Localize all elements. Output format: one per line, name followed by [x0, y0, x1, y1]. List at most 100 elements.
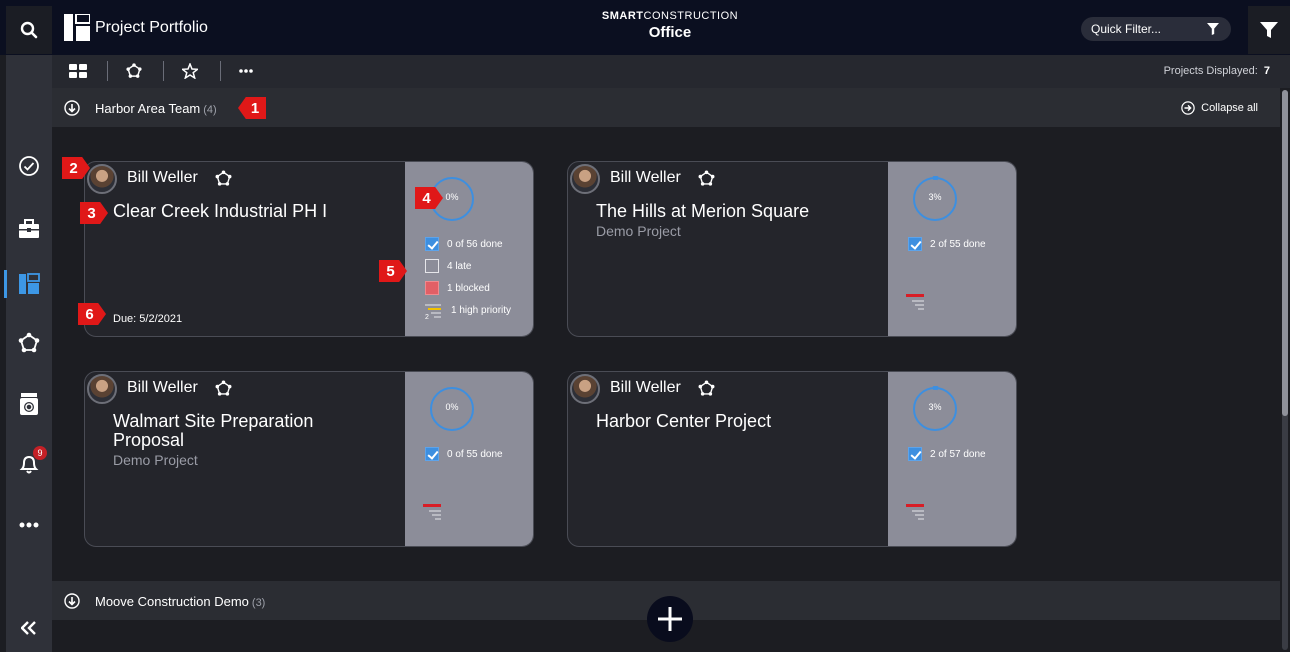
- project-card[interactable]: Bill Weller The Hills at Merion Square De…: [567, 161, 1017, 337]
- done-count: 2 of 55 done: [908, 237, 986, 251]
- project-title[interactable]: Clear Creek Industrial PH I: [113, 202, 363, 221]
- owner-name: Bill Weller: [610, 169, 681, 186]
- done-count: 0 of 55 done: [425, 447, 503, 461]
- sidebar-item-projects[interactable]: [6, 209, 52, 249]
- group-name: Harbor Area Team (4): [95, 101, 217, 116]
- add-project-button[interactable]: [647, 596, 693, 642]
- app-title: Project Portfolio: [95, 19, 208, 36]
- owner-name: Bill Weller: [610, 379, 681, 396]
- check-circle-icon: [19, 156, 39, 176]
- avatar: [570, 164, 600, 194]
- collapse-group-icon[interactable]: [64, 593, 80, 609]
- quick-filter[interactable]: [1081, 17, 1231, 41]
- avatar: [570, 374, 600, 404]
- quick-filter-input[interactable]: [1091, 22, 1196, 36]
- projects-displayed: Projects Displayed: 7: [1163, 65, 1270, 77]
- project-card[interactable]: Bill Weller Harbor Center Project 3% 2 o…: [567, 371, 1017, 547]
- group-name: Moove Construction Demo (3): [95, 594, 266, 609]
- search-icon: [20, 21, 38, 39]
- project-stats: 3% 2 of 57 done: [888, 372, 1016, 546]
- checkbox-done-icon: [425, 237, 439, 251]
- progress-value: 3%: [928, 402, 942, 412]
- project-card[interactable]: Bill Weller Walmart Site Preparation Pro…: [84, 371, 534, 547]
- priority-icon: [906, 504, 924, 520]
- sidebar-item-notifications[interactable]: 9: [6, 444, 52, 484]
- blocked-icon: [425, 281, 439, 295]
- network-icon: [126, 63, 142, 78]
- owner-name: Bill Weller: [127, 169, 198, 186]
- sidebar: 9: [4, 55, 52, 652]
- network-icon: [18, 332, 40, 353]
- briefcase-icon: [19, 219, 39, 238]
- sidebar-item-timesheet[interactable]: [6, 384, 52, 424]
- more-options-button[interactable]: [232, 59, 260, 83]
- sidebar-item-tasks[interactable]: [6, 146, 52, 186]
- sidebar-item-more[interactable]: [6, 505, 52, 545]
- star-icon: [182, 63, 198, 79]
- top-bar: Project Portfolio SMARTCONSTRUCTION Offi…: [0, 0, 1290, 55]
- plus-icon: [658, 607, 682, 631]
- scrollbar[interactable]: [1282, 90, 1288, 650]
- project-subtitle: Demo Project: [596, 223, 681, 239]
- done-count: 2 of 57 done: [908, 447, 986, 461]
- project-subtitle: Demo Project: [113, 452, 198, 468]
- project-title[interactable]: Walmart Site Preparation Proposal Demo Pr…: [113, 412, 363, 470]
- brand-logo: SMARTCONSTRUCTION Office: [601, 10, 739, 41]
- search-button[interactable]: [6, 6, 52, 54]
- priority-icon: 2: [425, 303, 443, 321]
- checkbox-done-icon: [425, 447, 439, 461]
- project-cards-area: Bill Weller Clear Creek Industrial PH I …: [52, 127, 1280, 580]
- filter-icon: [1260, 22, 1278, 38]
- network-view-button[interactable]: [120, 59, 148, 83]
- project-stats: 3% 2 of 55 done: [888, 162, 1016, 336]
- avatar: [87, 164, 117, 194]
- favorites-button[interactable]: [176, 59, 204, 83]
- collapse-group-icon[interactable]: [64, 100, 80, 116]
- priority-count: 2 1 high priority: [425, 303, 512, 321]
- timesheet-icon: [20, 393, 38, 415]
- late-count: 4 late: [425, 259, 471, 273]
- checkbox-done-icon: [908, 237, 922, 251]
- grid-view-button[interactable]: [64, 59, 92, 83]
- toolbar: Projects Displayed: 7: [52, 55, 1290, 88]
- network-icon: [698, 170, 715, 186]
- project-card[interactable]: Bill Weller Clear Creek Industrial PH I …: [84, 161, 534, 337]
- progress-value: 3%: [928, 192, 942, 202]
- priority-icon: [906, 294, 924, 310]
- portfolio-icon: [64, 14, 90, 41]
- sidebar-collapse-button[interactable]: [6, 608, 52, 648]
- more-icon: [19, 522, 39, 528]
- toolbar-divider: [220, 61, 221, 81]
- project-title[interactable]: The Hills at Merion Square Demo Project: [596, 202, 846, 241]
- checkbox-done-icon: [908, 447, 922, 461]
- portfolio-icon: [19, 273, 40, 294]
- scrollbar-thumb[interactable]: [1282, 90, 1288, 416]
- done-count: 0 of 56 done: [425, 237, 503, 251]
- sidebar-item-network[interactable]: [6, 323, 52, 363]
- toolbar-divider: [163, 61, 164, 81]
- collapse-all-icon: [1181, 101, 1195, 115]
- checkbox-late-icon: [425, 259, 439, 273]
- project-stats: 0% 0 of 55 done: [405, 372, 533, 546]
- notification-badge: 9: [33, 446, 47, 460]
- toolbar-divider: [107, 61, 108, 81]
- avatar: [87, 374, 117, 404]
- progress-value: 0%: [445, 402, 459, 412]
- svg-text:2: 2: [425, 314, 429, 319]
- filter-button[interactable]: [1248, 6, 1290, 54]
- grid-icon: [69, 64, 87, 78]
- double-chevron-left-icon: [21, 621, 36, 635]
- owner-name: Bill Weller: [127, 379, 198, 396]
- network-icon: [215, 380, 232, 396]
- more-icon: [239, 69, 253, 73]
- priority-icon: [423, 504, 441, 520]
- due-date: Due: 5/2/2021: [113, 313, 183, 325]
- network-icon: [215, 170, 232, 186]
- network-icon: [698, 380, 715, 396]
- group-header[interactable]: Harbor Area Team (4) Collapse all: [52, 88, 1280, 127]
- sidebar-item-portfolio[interactable]: [4, 264, 52, 304]
- collapse-all-button[interactable]: Collapse all: [1181, 101, 1258, 115]
- blocked-count: 1 blocked: [425, 281, 490, 295]
- project-title[interactable]: Harbor Center Project: [596, 412, 846, 431]
- filter-icon: [1207, 23, 1219, 35]
